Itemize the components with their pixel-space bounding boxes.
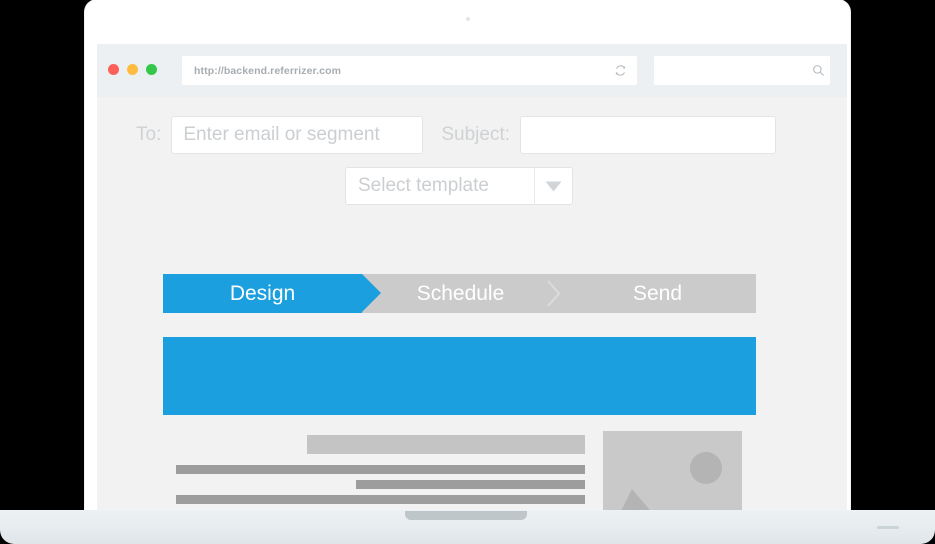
search-icon bbox=[813, 65, 824, 76]
laptop-base-detail bbox=[877, 526, 899, 529]
close-window-button[interactable] bbox=[108, 64, 119, 75]
url-text: http://backend.referrizer.com bbox=[194, 64, 342, 77]
step-schedule-label: Schedule bbox=[416, 281, 505, 305]
subject-label: Subject: bbox=[441, 124, 511, 145]
email-hero-banner[interactable] bbox=[163, 337, 756, 415]
to-input[interactable] bbox=[171, 116, 424, 154]
browser-chrome: http://backend.referrizer.com bbox=[97, 44, 847, 97]
wizard-steps: Design Schedule Send bbox=[163, 274, 756, 313]
refresh-icon bbox=[615, 65, 625, 76]
minimize-window-button[interactable] bbox=[127, 64, 138, 75]
skeleton-text-line bbox=[356, 480, 585, 489]
step-arrow-icon bbox=[362, 274, 381, 312]
image-placeholder-icon bbox=[619, 452, 722, 514]
browser-window: http://backend.referrizer.com To: Enter … bbox=[97, 44, 847, 514]
step-chevron-icon bbox=[547, 280, 560, 307]
laptop-trackpad-notch bbox=[405, 511, 527, 520]
step-schedule[interactable]: Schedule bbox=[362, 274, 560, 313]
step-design[interactable]: Design bbox=[163, 274, 381, 313]
reload-button[interactable] bbox=[603, 56, 637, 85]
window-controls bbox=[108, 64, 157, 75]
image-placeholder[interactable] bbox=[603, 431, 742, 514]
maximize-window-button[interactable] bbox=[146, 64, 157, 75]
step-design-label: Design bbox=[229, 281, 296, 305]
skeleton-heading-bar bbox=[307, 435, 585, 454]
to-label: To: bbox=[136, 124, 162, 145]
template-select-caret[interactable] bbox=[534, 168, 572, 204]
step-send[interactable]: Send bbox=[559, 274, 756, 313]
address-bar[interactable]: http://backend.referrizer.com bbox=[182, 56, 637, 85]
template-select[interactable]: Select template bbox=[345, 167, 573, 205]
skeleton-text-line bbox=[176, 495, 585, 504]
template-select-value: Select template bbox=[358, 175, 489, 196]
laptop-mockup: http://backend.referrizer.com To: Enter … bbox=[0, 0, 935, 544]
compose-recipient-row: To: Subject: bbox=[97, 115, 847, 155]
step-send-label: Send bbox=[632, 281, 683, 305]
page-content: To: Subject: Select template Design bbox=[97, 97, 847, 514]
search-input[interactable] bbox=[654, 56, 807, 85]
subject-input[interactable] bbox=[520, 116, 777, 154]
skeleton-text-line bbox=[176, 465, 585, 474]
page-right-edge bbox=[845, 97, 847, 514]
webcam-icon bbox=[465, 17, 470, 21]
search-button[interactable] bbox=[807, 56, 830, 85]
browser-search-bar[interactable] bbox=[654, 56, 830, 85]
chevron-down-icon bbox=[545, 181, 562, 191]
